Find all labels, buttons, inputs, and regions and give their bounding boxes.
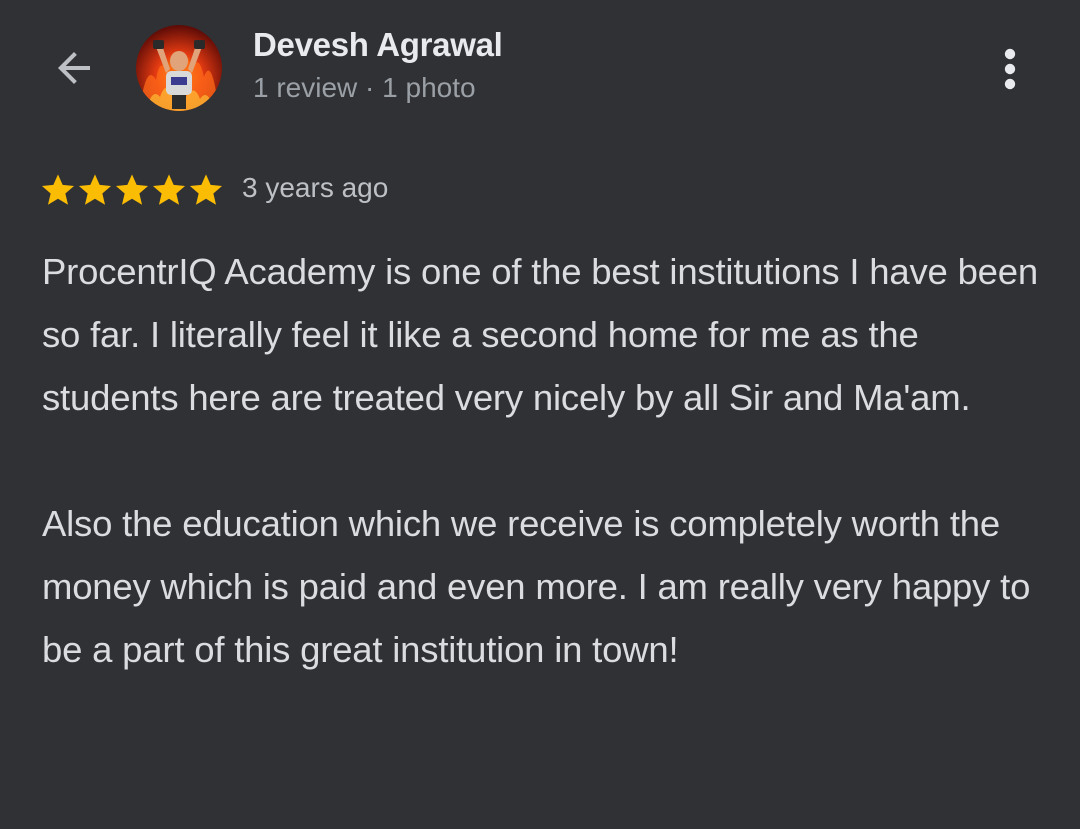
star-rating	[40, 172, 224, 208]
more-vert-icon	[1004, 48, 1016, 90]
star-icon	[41, 174, 75, 205]
author-name[interactable]: Devesh Agrawal	[253, 26, 503, 64]
star-icon	[78, 174, 112, 205]
review-text: ProcentrIQ Academy is one of the best in…	[42, 240, 1052, 681]
review-detail-screen: Devesh Agrawal 1 review · 1 photo 3 year…	[0, 0, 1080, 829]
star-icon	[189, 174, 223, 205]
avatar[interactable]	[136, 25, 222, 111]
star-icon	[115, 174, 149, 205]
back-button[interactable]	[44, 40, 104, 96]
star-icon	[152, 174, 186, 205]
author-meta: 1 review · 1 photo	[253, 72, 476, 103]
review-time: 3 years ago	[242, 172, 389, 203]
arrow-left-icon	[58, 52, 90, 84]
more-options-button[interactable]	[985, 40, 1035, 96]
review-paragraph: ProcentrIQ Academy is one of the best in…	[42, 251, 1038, 418]
review-paragraph: Also the education which we receive is c…	[42, 503, 1031, 670]
profile-photo	[136, 25, 222, 111]
